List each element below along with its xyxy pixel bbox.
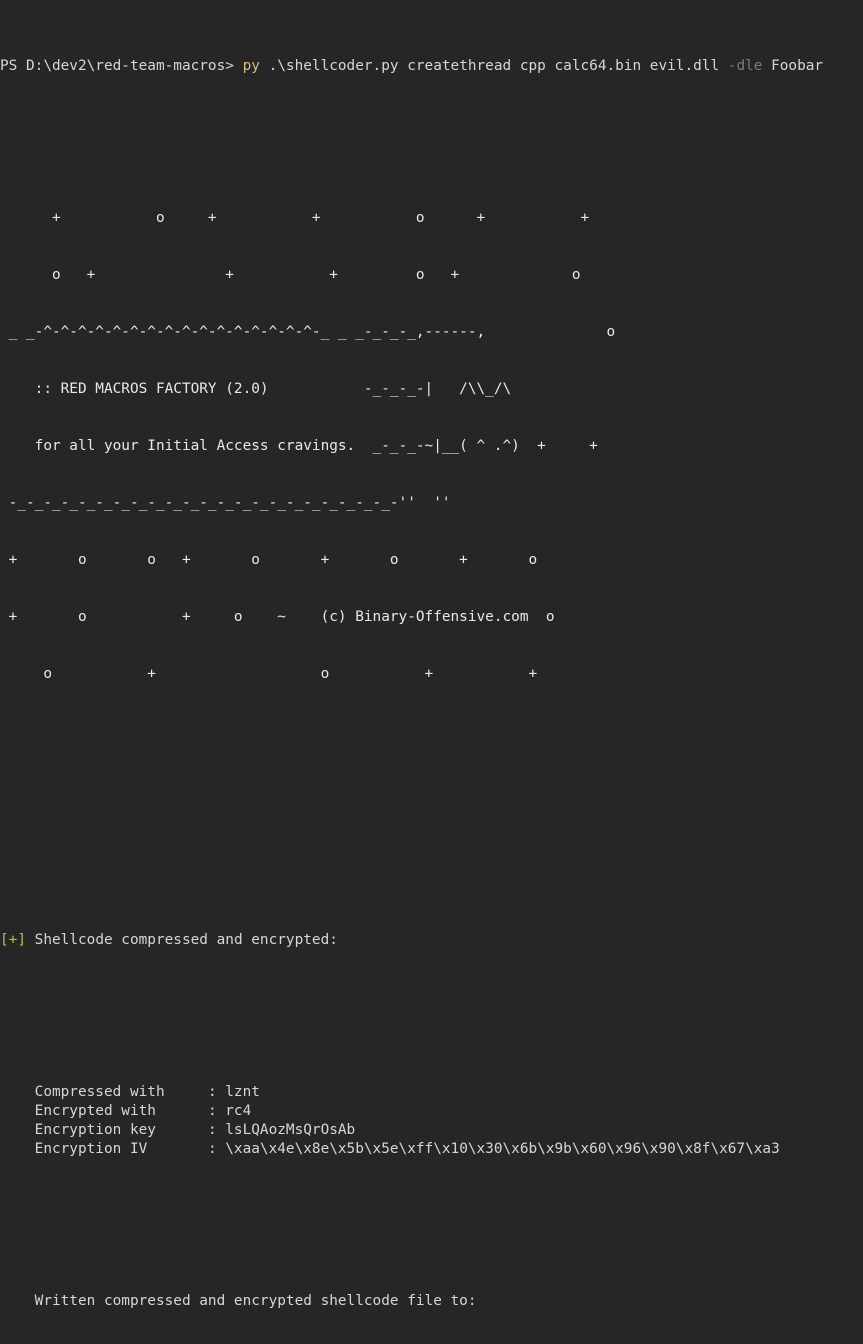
crypto-detail-label: Compressed with (0, 1084, 208, 1100)
banner-line-4-title: :: RED MACROS FACTORY (2.0) -_-_-_-| /\\… (0, 381, 512, 397)
banner-line-5-tagline: for all your Initial Access cravings. _-… (0, 438, 598, 454)
prompt-command: py (242, 58, 260, 74)
prompt-args-after-flag: Foobar (762, 58, 824, 74)
crypto-detail-separator: : (207, 1122, 226, 1138)
crypto-detail-label: Encryption IV (0, 1141, 208, 1157)
crypto-detail-row: Encryption key : lsLQAozMsQrOsAb (0, 1121, 863, 1140)
crypto-detail-label: Encryption key (0, 1122, 208, 1138)
crypto-detail-row: Encryption IV : \xaa\x4e\x8e\x5b\x5e\xff… (0, 1140, 863, 1159)
prompt-prefix: PS D:\dev2\red-team-macros> (0, 58, 243, 74)
crypto-detail-row: Encrypted with : rc4 (0, 1102, 863, 1121)
crypto-detail-row: Compressed with : lznt (0, 1083, 863, 1102)
banner-line-7: + o o + o + o + o (0, 552, 538, 568)
crypto-detail-separator: : (207, 1084, 226, 1100)
crypto-detail-separator: : (207, 1103, 226, 1119)
shellcode-status-text: Shellcode compressed and encrypted: (34, 932, 338, 948)
crypto-details-list: Compressed with : lznt Encrypted with : … (0, 1083, 863, 1159)
terminal-window[interactable]: PS D:\dev2\red-team-macros> py .\shellco… (0, 0, 863, 1309)
banner-line-3: _ _-^-^-^-^-^-^-^-^-^-^-^-^-^-^-^-^-_ _ … (0, 324, 616, 340)
crypto-detail-label: Encrypted with (0, 1103, 208, 1119)
prompt-line: PS D:\dev2\red-team-macros> py .\shellco… (0, 57, 863, 76)
written-file-line: Written compressed and encrypted shellco… (34, 1293, 477, 1309)
shellcode-status-line: [+] Shellcode compressed and encrypted: (0, 931, 863, 950)
banner-line-6: -_-_-_-_-_-_-_-_-_-_-_-_-_-_-_-_-_-_-_-_… (0, 495, 451, 511)
banner-line-9: o + o + + (0, 666, 538, 682)
banner-line-1: + o + + o + + (0, 210, 590, 226)
status-marker-icon: [+] (0, 932, 26, 948)
banner-line-2: o + + + o + o (0, 267, 581, 283)
banner-line-8-copyright: + o + o ~ (c) Binary-Offensive.com o (0, 609, 555, 625)
crypto-detail-separator: : (207, 1141, 226, 1157)
crypto-detail-value: rc4 (225, 1103, 252, 1119)
prompt-flag: -dle (727, 58, 763, 74)
crypto-detail-value: lsLQAozMsQrOsAb (225, 1122, 356, 1138)
crypto-detail-value: lznt (225, 1084, 260, 1100)
crypto-detail-value: \xaa\x4e\x8e\x5b\x5e\xff\x10\x30\x6b\x9b… (225, 1141, 780, 1157)
prompt-args-before-flag: .\shellcoder.py createthread cpp calc64.… (259, 58, 728, 74)
